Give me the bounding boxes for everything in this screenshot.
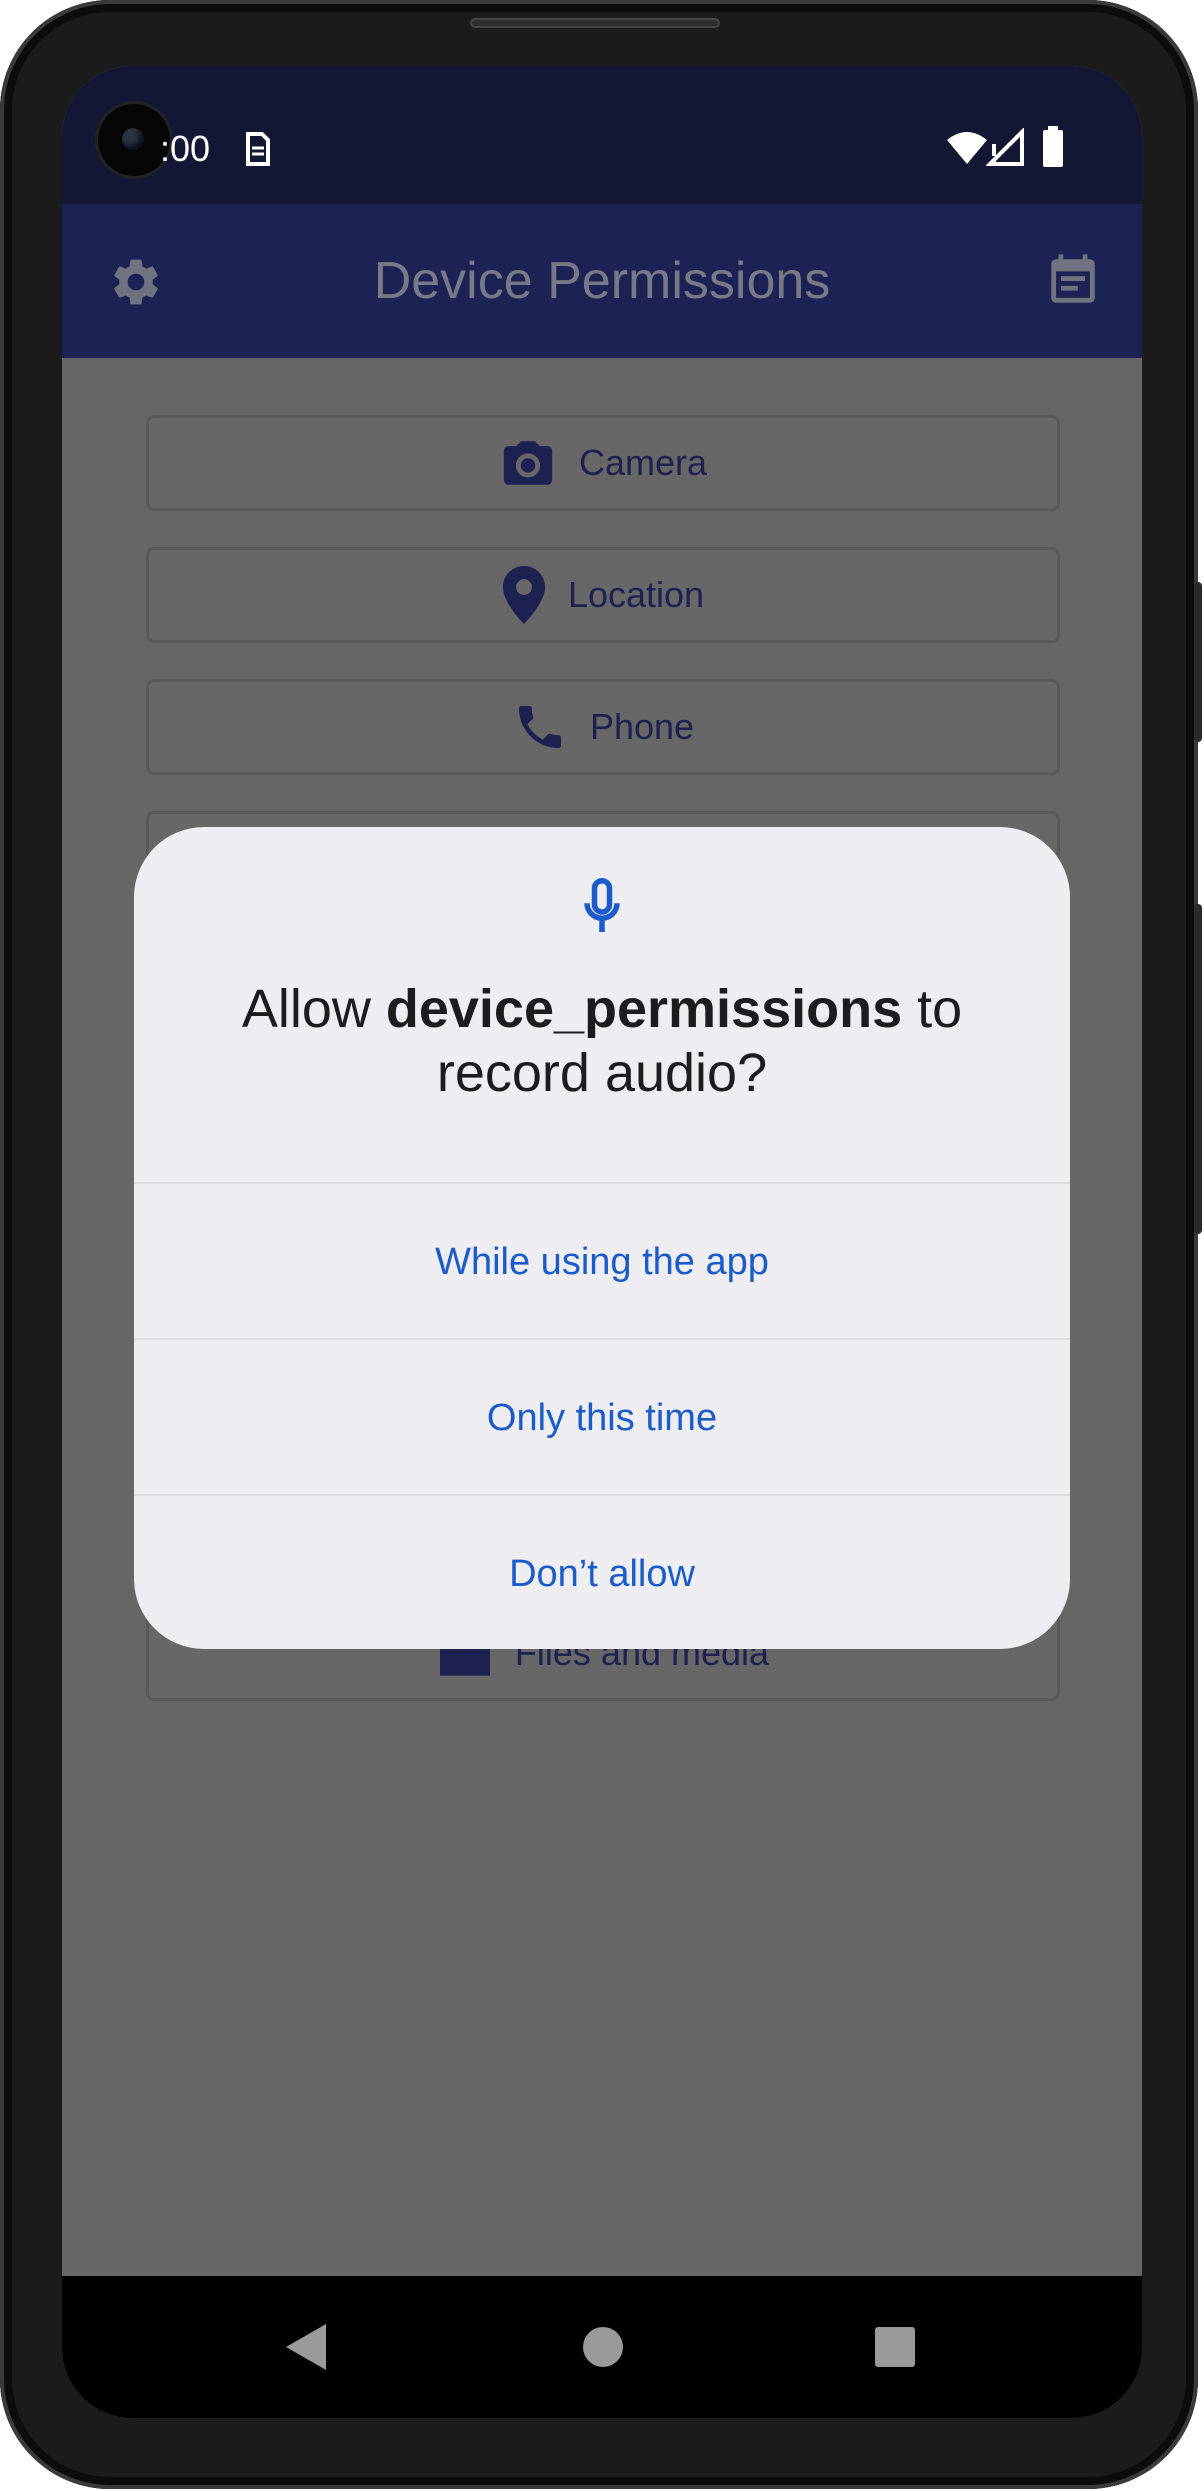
back-icon[interactable]	[284, 2322, 330, 2372]
camera-icon	[503, 441, 553, 485]
power-button	[1194, 904, 1202, 1234]
camera-permission-label: Camera	[578, 442, 708, 483]
navigation-bar	[62, 2276, 1142, 2418]
location-pin-icon	[502, 566, 546, 624]
dialog-title-prefix: Allow	[241, 979, 386, 1039]
earpiece-speaker	[470, 18, 720, 28]
volume-button	[1194, 582, 1202, 742]
dialog-title: Allow device_permissions to record audio…	[174, 977, 1030, 1105]
while-using-app-button[interactable]: While using the app	[134, 1184, 1070, 1340]
only-this-time-button[interactable]: Only this time	[134, 1340, 1070, 1496]
page-title: Device Permissions	[373, 252, 831, 310]
sim-icon	[246, 132, 270, 166]
status-time: :00	[160, 128, 211, 169]
permission-dialog: Allow device_permissions to record audio…	[134, 827, 1070, 1649]
status-bar: :00	[62, 66, 1142, 204]
location-permission-label: Location	[567, 574, 705, 615]
home-icon[interactable]	[582, 2326, 624, 2368]
phone-frame: :00 Device Permissions Camera Location P…	[0, 0, 1202, 2489]
phone-permission-button[interactable]: Phone	[146, 679, 1060, 775]
battery-icon	[1043, 126, 1063, 167]
dont-allow-button[interactable]: Don’t allow	[134, 1496, 1070, 1649]
recents-icon[interactable]	[874, 2326, 916, 2368]
phone-permission-label: Phone	[589, 706, 695, 747]
cell-signal-icon	[986, 128, 1024, 166]
wifi-icon	[947, 132, 987, 164]
phone-icon	[518, 706, 561, 748]
dialog-title-app: device_permissions	[385, 979, 903, 1039]
microphone-icon	[584, 877, 620, 932]
event-note-icon[interactable]	[1044, 250, 1102, 312]
app-bar: Device Permissions	[62, 204, 1142, 358]
location-permission-button[interactable]: Location	[146, 547, 1060, 643]
screen: :00 Device Permissions Camera Location P…	[62, 66, 1142, 2418]
camera-permission-button[interactable]: Camera	[146, 415, 1060, 511]
